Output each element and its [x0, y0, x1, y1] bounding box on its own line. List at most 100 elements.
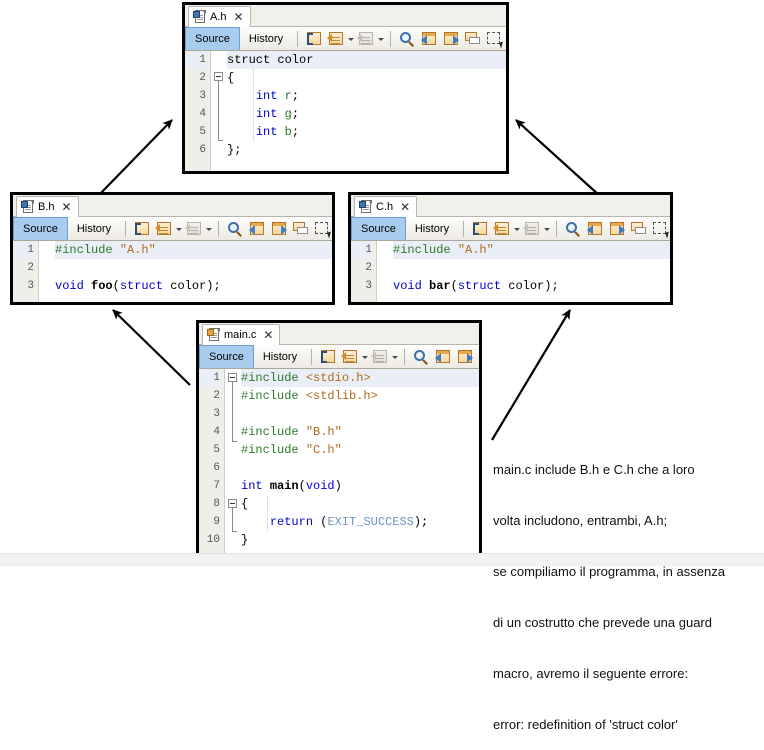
tab-source[interactable]: Source — [185, 27, 240, 50]
code-area-b-h[interactable]: 1 2 3 #include "A.h" void foo(struct color)… — [13, 241, 332, 302]
code-lines[interactable]: #include "A.h" void foo(struct color); — [55, 241, 332, 302]
tab-history[interactable]: History — [240, 27, 292, 50]
chevron-down-icon[interactable] — [175, 219, 183, 239]
next-bookmark-icon[interactable] — [455, 347, 475, 367]
chevron-down-icon[interactable] — [391, 347, 399, 367]
code-token: "C.h" — [305, 443, 342, 457]
chevron-down-icon[interactable] — [205, 219, 213, 239]
code-lines[interactable]: #include <stdio.h> #include <stdlib.h> #in… — [241, 369, 479, 553]
tab-source[interactable]: Source — [13, 217, 68, 240]
code-token: ( — [313, 515, 328, 529]
page-bottom-band — [0, 553, 764, 566]
code-area-a-h[interactable]: 1 2 3 4 5 6 struct color { int r; int g; int b… — [185, 51, 506, 171]
forward-page-icon[interactable] — [356, 29, 376, 49]
previous-bookmark-icon[interactable] — [247, 219, 267, 239]
code-token: void — [55, 279, 92, 293]
code-token: ( — [298, 479, 306, 493]
chevron-down-icon[interactable] — [361, 347, 369, 367]
code-area-c-h[interactable]: 1 2 3 #include "A.h" void bar(struct color)… — [351, 241, 670, 302]
rectangular-selection-icon[interactable] — [313, 219, 332, 239]
tab-source[interactable]: Source — [351, 217, 406, 240]
next-bookmark-icon[interactable] — [607, 219, 627, 239]
forward-page-icon[interactable] — [522, 219, 542, 239]
back-page-icon[interactable] — [326, 29, 346, 49]
last-edit-icon[interactable] — [304, 29, 324, 49]
line-number: 2 — [213, 390, 220, 402]
last-edit-icon[interactable] — [132, 219, 152, 239]
close-icon[interactable]: ✕ — [263, 329, 273, 341]
line-number: 2 — [27, 262, 34, 274]
line-number: 1 — [351, 241, 372, 259]
document-tab-c-h[interactable]: C.h ✕ — [354, 196, 418, 217]
toggle-bookmark-icon[interactable] — [291, 219, 311, 239]
document-tab-a-h[interactable]: A.h ✕ — [188, 6, 251, 27]
code-lines[interactable]: struct color { int r; int g; int b;}; — [227, 51, 506, 171]
tab-history[interactable]: History — [68, 217, 120, 240]
tab-source[interactable]: Source — [199, 345, 254, 368]
forward-page-icon[interactable] — [184, 219, 204, 239]
last-edit-icon[interactable] — [470, 219, 490, 239]
rectangular-selection-icon[interactable] — [651, 219, 670, 239]
chevron-down-icon[interactable] — [347, 29, 355, 49]
close-icon[interactable]: ✕ — [62, 201, 72, 213]
previous-bookmark-icon[interactable] — [419, 29, 439, 49]
find-selection-icon[interactable] — [411, 347, 431, 367]
back-page-icon[interactable] — [492, 219, 512, 239]
chevron-down-icon[interactable] — [543, 219, 551, 239]
chevron-down-icon[interactable] — [513, 219, 521, 239]
editor-window-c-h: C.h ✕ Source History 1 2 3 #include "A.h" v… — [348, 192, 673, 305]
line-number: 3 — [213, 408, 220, 420]
editor-toolbar-main-c: Source History — [199, 345, 479, 369]
code-token: EXIT_SUCCESS — [327, 515, 414, 529]
header-file-icon — [359, 200, 372, 214]
toggle-bookmark-icon[interactable] — [629, 219, 649, 239]
code-token: color); — [163, 279, 221, 293]
code-folding-margin[interactable] — [39, 241, 55, 302]
back-page-icon[interactable] — [340, 347, 360, 367]
code-token: int — [255, 125, 278, 139]
code-lines[interactable]: #include "A.h" void bar(struct color); — [393, 241, 670, 302]
close-icon[interactable]: ✕ — [400, 201, 410, 213]
code-token: int — [241, 479, 270, 493]
code-folding-margin[interactable] — [377, 241, 393, 302]
toggle-bookmark-icon[interactable] — [463, 29, 483, 49]
code-folding-margin[interactable] — [225, 369, 241, 553]
next-bookmark-icon[interactable] — [441, 29, 461, 49]
line-number: 5 — [199, 126, 206, 138]
line-number-gutter: 1 2 3 4 5 6 — [185, 51, 211, 171]
code-token: #include — [241, 389, 299, 403]
code-token: return — [269, 515, 314, 529]
previous-bookmark-icon[interactable] — [433, 347, 453, 367]
tabstrip-a-h: A.h ✕ — [185, 5, 506, 27]
chevron-down-icon[interactable] — [377, 29, 385, 49]
code-line: #include "A.h" — [393, 241, 670, 259]
last-edit-icon[interactable] — [318, 347, 338, 367]
code-token: #include — [393, 243, 451, 257]
find-selection-icon[interactable] — [397, 29, 417, 49]
previous-bookmark-icon[interactable] — [585, 219, 605, 239]
code-line: } — [241, 531, 479, 549]
code-token: #include — [241, 371, 299, 385]
find-selection-icon[interactable] — [563, 219, 583, 239]
code-area-main-c[interactable]: 1 2 3 4 5 6 7 8 9 10 #include <stdio.h> #include <… — [199, 369, 479, 553]
editor-window-main-c: main.c ✕ Source History 1 2 3 4 5 6 7 8 9 10 #inc… — [196, 320, 482, 556]
line-number: 6 — [199, 144, 206, 156]
document-tab-main-c[interactable]: main.c ✕ — [202, 324, 281, 345]
code-folding-margin[interactable] — [211, 51, 227, 171]
tab-history[interactable]: History — [406, 217, 458, 240]
find-selection-icon[interactable] — [225, 219, 245, 239]
rectangular-selection-icon[interactable] — [485, 29, 505, 49]
close-icon[interactable]: ✕ — [234, 11, 244, 23]
editor-toolbar-a-h: Source History — [185, 27, 506, 51]
forward-page-icon[interactable] — [370, 347, 390, 367]
toolbar-separator — [463, 220, 465, 237]
back-page-icon[interactable] — [154, 219, 174, 239]
document-tab-b-h[interactable]: B.h ✕ — [16, 196, 79, 217]
next-bookmark-icon[interactable] — [269, 219, 289, 239]
tab-history[interactable]: History — [254, 345, 306, 368]
code-token: "A.h" — [119, 243, 156, 257]
code-token: void — [305, 479, 335, 493]
